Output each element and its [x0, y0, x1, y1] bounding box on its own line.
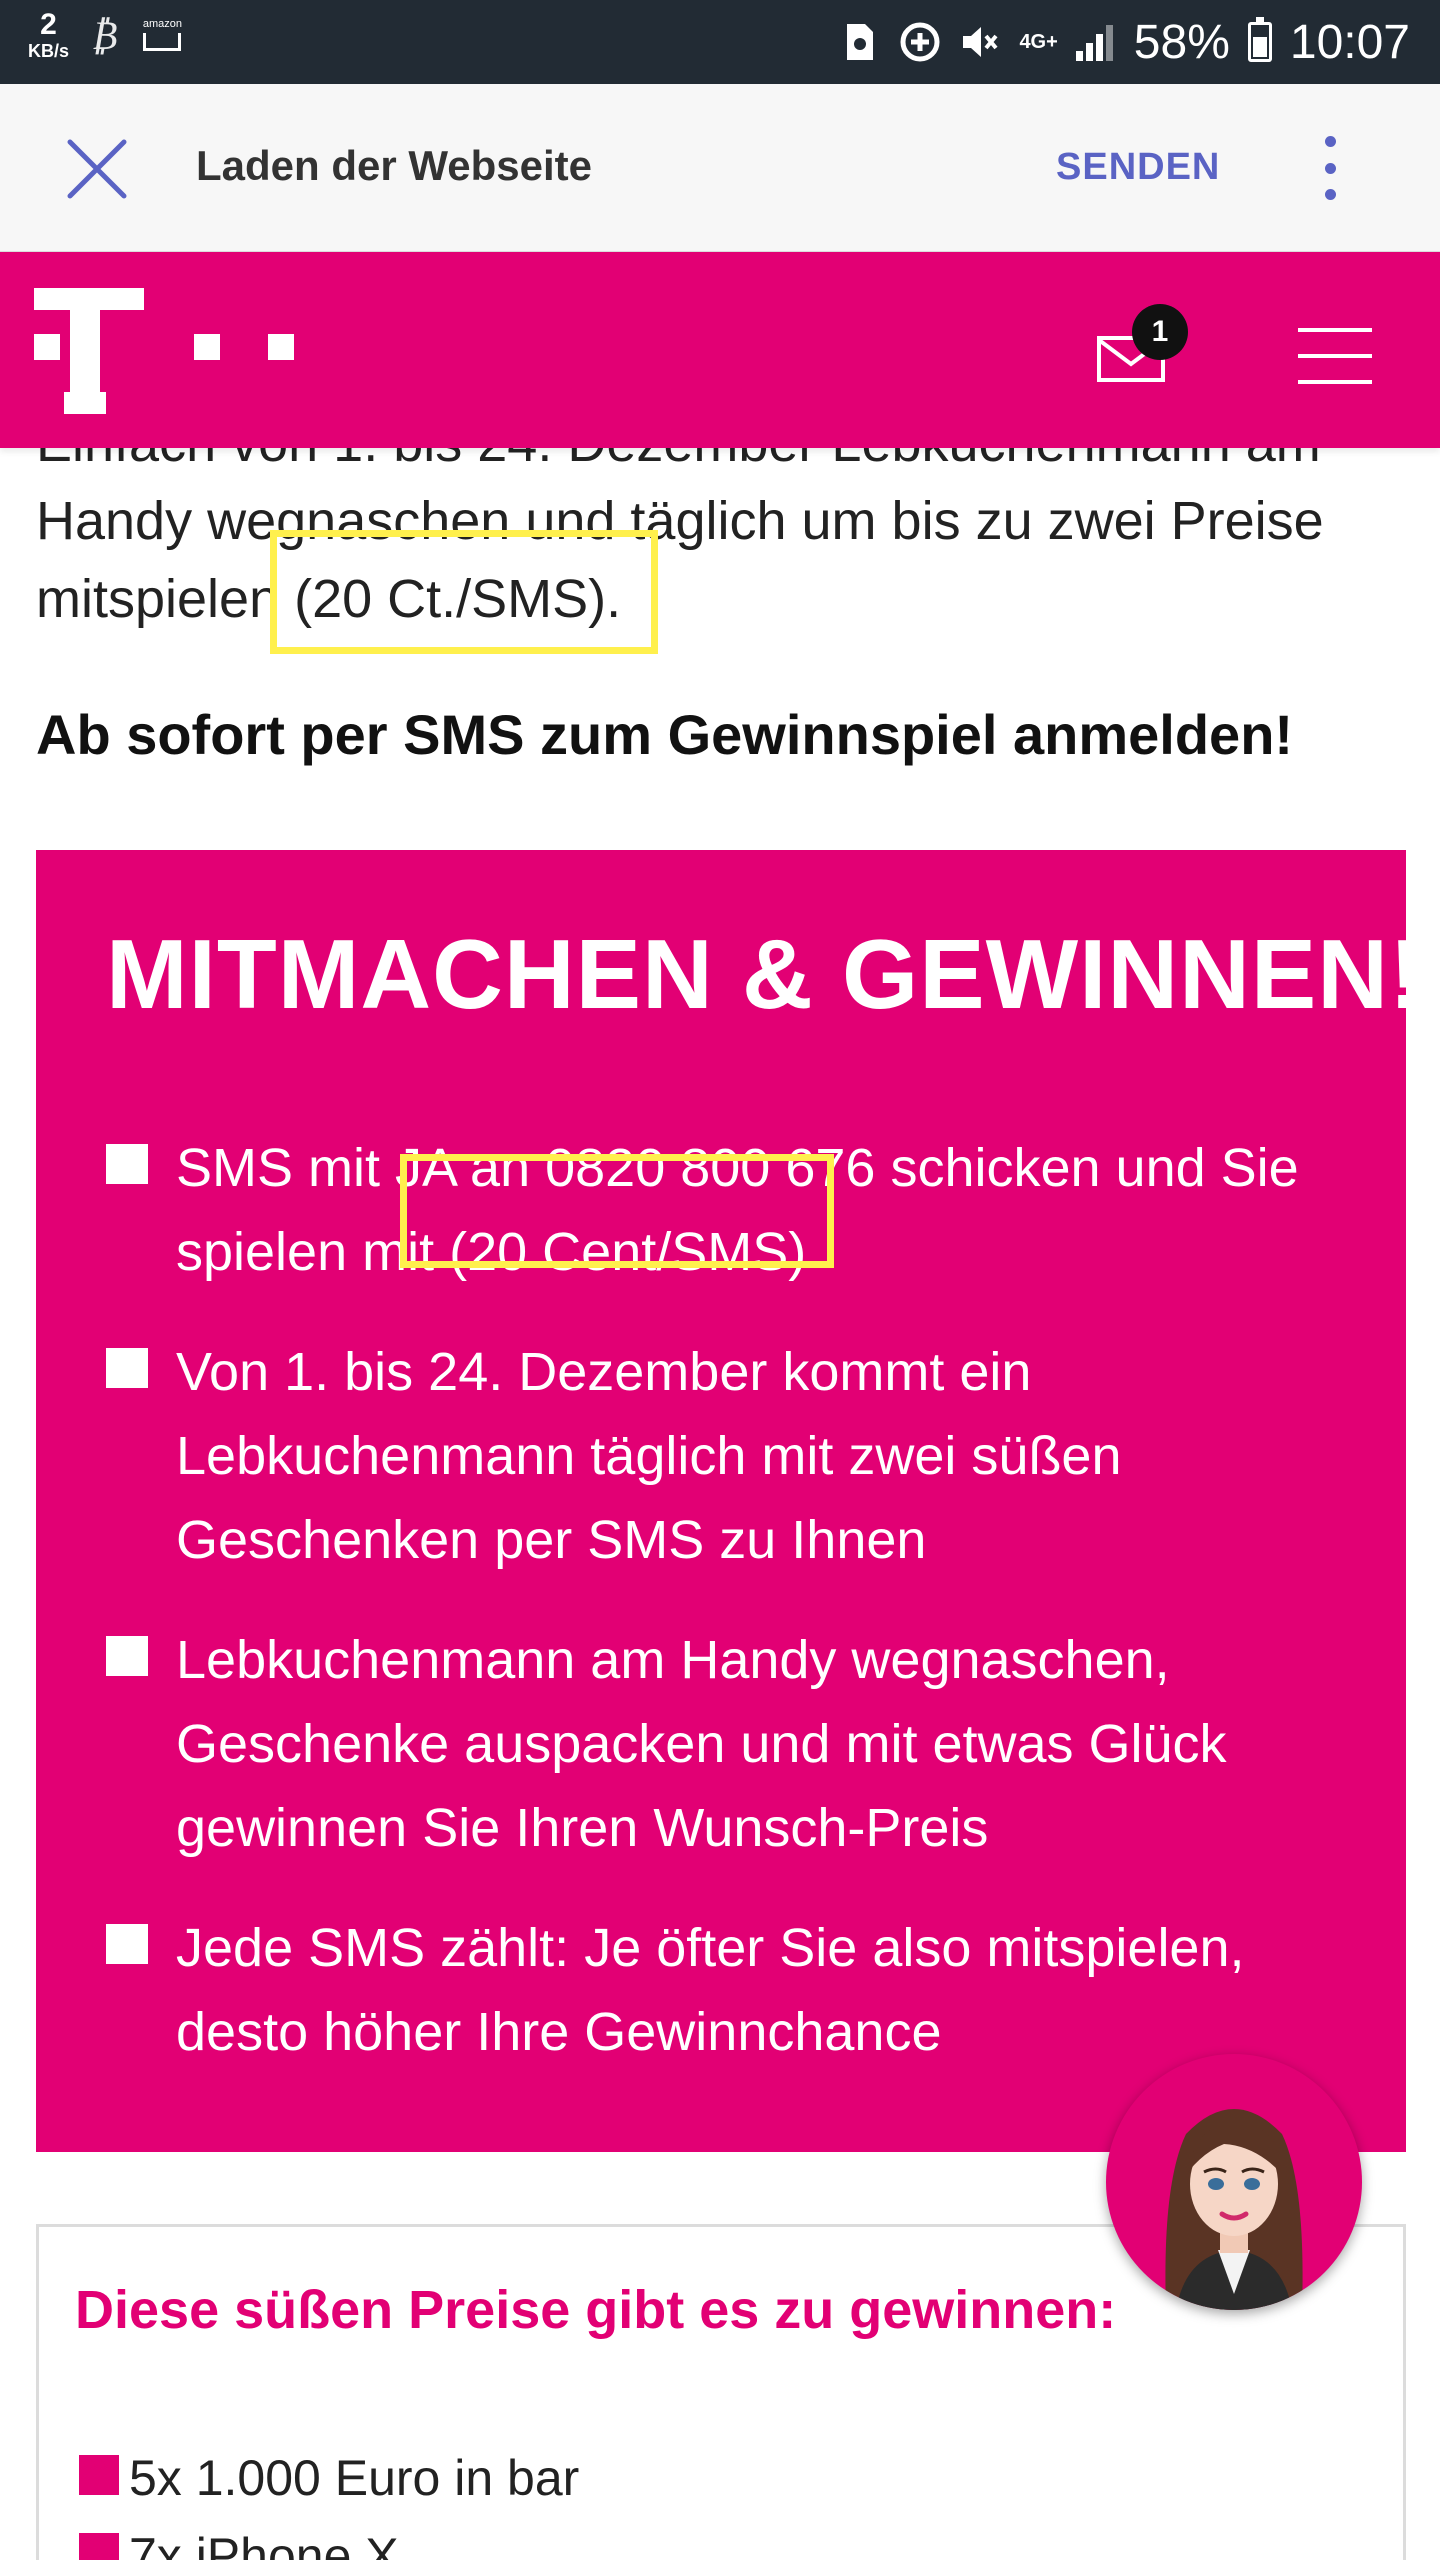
intro-line: Handy wegnaschen und täglich um bis zu z…: [36, 491, 1324, 551]
sim-icon: [839, 21, 881, 63]
app-bar: Laden der Webseite SENDEN: [0, 84, 1440, 252]
square-bullet-icon: [79, 2533, 119, 2560]
battery-icon: [1247, 17, 1272, 62]
page-title: Laden der Webseite: [196, 142, 593, 189]
prize-item: 7x iPhone X: [79, 2517, 579, 2560]
network-speed-unit: KB/s: [28, 41, 70, 61]
battery-percent: 58%: [1133, 15, 1230, 69]
network-speed: 2 KB/s: [28, 8, 70, 61]
promo-item: Lebkuchenmann am Handy wegnaschen, Gesch…: [106, 1618, 1346, 1870]
network-type: 4G+: [1019, 31, 1058, 53]
prizes-list: 5x 1.000 Euro in bar 7x iPhone X: [79, 2439, 579, 2560]
telekom-logo[interactable]: [34, 288, 294, 418]
mail-count-badge: 1: [1132, 304, 1188, 360]
assistant-face-icon: [1165, 2109, 1303, 2310]
more-options-icon[interactable]: [1310, 136, 1350, 200]
promo-item-text: Lebkuchenmann am Handy wegnaschen, Gesch…: [176, 1630, 1227, 1858]
network-speed-value: 2: [40, 8, 57, 41]
square-bullet-icon: [79, 2455, 119, 2495]
prize-item-text: 7x iPhone X: [129, 2528, 399, 2560]
prize-item: 5x 1.000 Euro in bar: [79, 2439, 579, 2517]
prize-item-text: 5x 1.000 Euro in bar: [129, 2450, 580, 2506]
close-icon[interactable]: [62, 134, 132, 204]
highlight-box: [270, 530, 658, 654]
promo-item: Jede SMS zählt: Je öfter Sie also mitspi…: [106, 1906, 1346, 2074]
promo-item-text: Von 1. bis 24. Dezember kommt ein Lebkuc…: [176, 1342, 1122, 1570]
highlight-box: [400, 1154, 834, 1268]
square-bullet-icon: [106, 1348, 148, 1388]
menu-icon[interactable]: [1298, 328, 1372, 384]
promo-title: MITMACHEN & GEWINNEN!: [106, 919, 1423, 1029]
bitcoin-icon: ₿: [91, 12, 118, 59]
square-bullet-icon: [106, 1636, 148, 1676]
clock: 10:07: [1289, 15, 1410, 69]
intro-line: mitspielen (20 Ct./SMS).: [36, 569, 622, 629]
signup-heading: Ab sofort per SMS zum Gewinnspiel anmeld…: [36, 703, 1294, 766]
promo-item: Von 1. bis 24. Dezember kommt ein Lebkuc…: [106, 1330, 1346, 1582]
amazon-icon: amazon: [139, 15, 185, 55]
promo-item-text: Jede SMS zählt: Je öfter Sie also mitspi…: [176, 1918, 1245, 2062]
promo-list: SMS mit JA an 0820 800 676 schicken und …: [106, 1126, 1346, 2110]
send-button[interactable]: SENDEN: [1056, 146, 1220, 189]
data-saver-icon: [899, 21, 941, 63]
mute-icon: [959, 21, 1001, 63]
chat-assistant-avatar[interactable]: [1106, 2054, 1362, 2310]
promo-box: MITMACHEN & GEWINNEN! SMS mit JA an 0820…: [36, 850, 1422, 2152]
prizes-title: Diese süßen Preise gibt es zu gewinnen:: [75, 2280, 1117, 2340]
site-header: 1: [0, 252, 1440, 448]
square-bullet-icon: [106, 1924, 148, 1964]
square-bullet-icon: [106, 1144, 148, 1184]
signal-icon: [1075, 23, 1116, 61]
status-bar: 2 KB/s ₿ amazon 4G+ 58% 10:07: [0, 0, 1440, 84]
